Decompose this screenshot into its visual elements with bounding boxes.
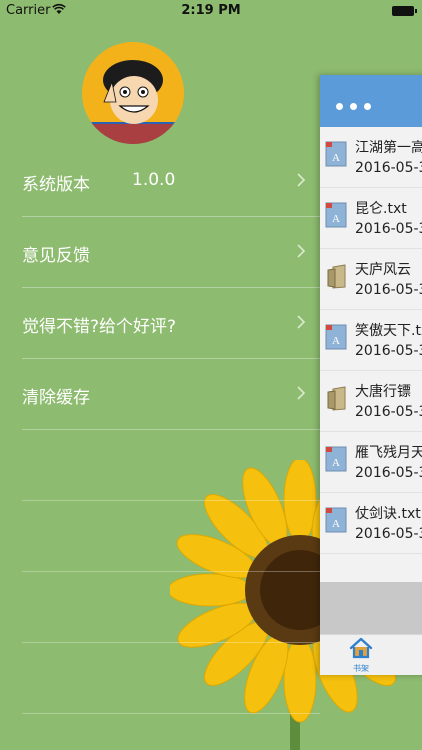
list-item[interactable]: A 仗剑诀.txt 2016-05-3 xyxy=(320,493,422,554)
file-name: 大唐行镖 xyxy=(355,384,411,400)
tab-bar: 书架 xyxy=(320,634,422,675)
bookshelf-panel[interactable]: A 江湖第一高 2016-05-3 A 昆仑.txt 2016-05-3 天庐风… xyxy=(320,75,422,675)
more-icon[interactable] xyxy=(336,103,371,110)
text-doc-icon: A xyxy=(325,141,347,167)
empty-area xyxy=(320,582,422,634)
file-date: 2016-05-3 xyxy=(355,526,422,542)
divider xyxy=(22,642,320,643)
file-name: 雁飞残月天 xyxy=(355,445,422,461)
text-doc-icon: A xyxy=(325,202,347,228)
text-doc-icon: A xyxy=(325,507,347,533)
settings-menu: 系统版本 1.0.0 意见反馈 觉得不错?给个好评? 清除缓存 xyxy=(0,146,320,430)
home-icon xyxy=(349,637,373,659)
menu-item-label: 清除缓存 xyxy=(22,388,90,408)
svg-text:A: A xyxy=(332,213,340,225)
avatar-image xyxy=(82,42,184,144)
file-name: 笑傲天下.tx xyxy=(355,323,422,339)
file-name: 昆仑.txt xyxy=(355,201,407,217)
text-doc-icon: A xyxy=(325,446,347,472)
clock: 2:19 PM xyxy=(181,3,241,18)
file-date: 2016-05-3 xyxy=(355,221,422,237)
file-list: A 江湖第一高 2016-05-3 A 昆仑.txt 2016-05-3 天庐风… xyxy=(320,127,422,582)
menu-item-version[interactable]: 系统版本 1.0.0 xyxy=(22,146,320,217)
menu-item-feedback[interactable]: 意见反馈 xyxy=(22,217,320,288)
list-item[interactable]: A 江湖第一高 2016-05-3 xyxy=(320,127,422,188)
svg-text:A: A xyxy=(332,457,340,469)
tab-bookshelf[interactable]: 书架 xyxy=(344,637,378,675)
list-item[interactable]: A 昆仑.txt 2016-05-3 xyxy=(320,188,422,249)
status-bar: Carrier 2:19 PM xyxy=(0,0,422,22)
menu-item-clear-cache[interactable]: 清除缓存 xyxy=(22,359,320,430)
file-name: 天庐风云 xyxy=(355,262,411,278)
menu-item-label: 觉得不错?给个好评? xyxy=(22,317,177,337)
file-date: 2016-05-3 xyxy=(355,465,422,481)
menu-item-rate[interactable]: 觉得不错?给个好评? xyxy=(22,288,320,359)
tab-label: 书架 xyxy=(353,664,369,673)
menu-item-label: 系统版本 xyxy=(22,175,90,195)
file-date: 2016-05-3 xyxy=(355,343,422,359)
file-name: 江湖第一高 xyxy=(355,140,422,156)
chevron-right-icon xyxy=(297,173,306,187)
panel-header xyxy=(320,75,422,127)
divider xyxy=(22,500,320,501)
chevron-right-icon xyxy=(297,315,306,329)
version-value: 1.0.0 xyxy=(132,170,176,190)
text-doc-icon: A xyxy=(325,324,347,350)
divider xyxy=(22,571,320,572)
svg-text:A: A xyxy=(332,518,340,530)
file-date: 2016-05-3 xyxy=(355,282,422,298)
list-item[interactable]: 大唐行镖 2016-05-3 xyxy=(320,371,422,432)
chevron-right-icon xyxy=(297,244,306,258)
svg-text:A: A xyxy=(332,335,340,347)
file-date: 2016-05-3 xyxy=(355,404,422,420)
file-name: 仗剑诀.txt xyxy=(355,506,421,522)
chevron-right-icon xyxy=(297,386,306,400)
svg-text:A: A xyxy=(332,152,340,164)
folder-icon xyxy=(327,264,346,289)
divider xyxy=(22,713,320,714)
file-date: 2016-05-3 xyxy=(355,160,422,176)
avatar[interactable] xyxy=(82,42,184,144)
folder-icon xyxy=(327,386,346,411)
list-item[interactable]: A 雁飞残月天 2016-05-3 xyxy=(320,432,422,493)
menu-item-label: 意见反馈 xyxy=(22,246,90,266)
battery-icon xyxy=(392,6,417,16)
list-item[interactable]: A 笑傲天下.tx 2016-05-3 xyxy=(320,310,422,371)
list-item[interactable]: 天庐风云 2016-05-3 xyxy=(320,249,422,310)
